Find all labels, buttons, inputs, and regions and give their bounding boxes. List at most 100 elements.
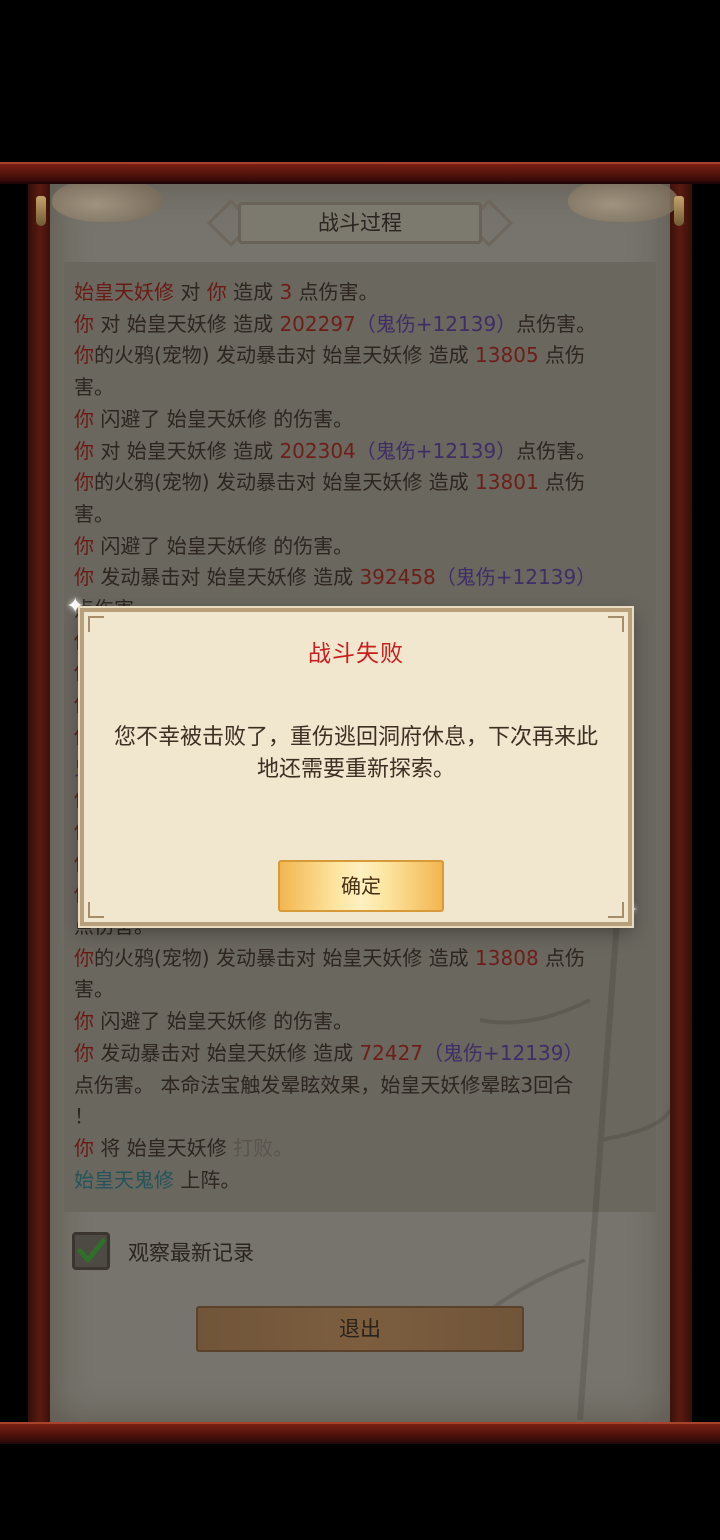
log-segment: （鬼伤+12139） bbox=[423, 1040, 584, 1065]
dialog-title: 战斗失败 bbox=[308, 641, 404, 667]
log-line: 你 发动暴击对 始皇天妖修 造成 72427（鬼伤+12139） bbox=[74, 1037, 650, 1069]
log-segment: （鬼伤+12139） bbox=[435, 565, 597, 590]
log-segment: 造成 bbox=[226, 311, 280, 336]
log-segment: 造成 bbox=[306, 565, 360, 590]
log-segment: 始皇天妖修 bbox=[206, 565, 307, 590]
bell-ornament-right bbox=[674, 196, 684, 226]
title-plaque: 战斗过程 bbox=[206, 198, 514, 248]
log-line: 害。 bbox=[74, 498, 650, 530]
log-segment: 害。 bbox=[74, 501, 114, 526]
log-line: 你 闪避了 始皇天妖修 的伤害。 bbox=[74, 1005, 650, 1037]
log-segment: 发动暴击对 bbox=[94, 565, 207, 590]
log-segment: 始皇天妖修 bbox=[74, 280, 174, 304]
log-segment: 的火鸦(宠物) 发动暴击对 bbox=[94, 343, 323, 368]
log-segment: 点伤 bbox=[538, 470, 586, 495]
log-line: 害。 bbox=[74, 371, 650, 403]
log-segment: 将 bbox=[94, 1135, 127, 1160]
log-segment: 你 bbox=[74, 470, 94, 495]
scroll-pole-right bbox=[668, 180, 692, 1426]
log-segment: 始皇天妖修 bbox=[166, 533, 267, 558]
log-segment: 始皇天妖修 bbox=[322, 470, 423, 495]
log-line: 你 发动暴击对 始皇天妖修 造成 392458（鬼伤+12139） bbox=[74, 561, 650, 593]
dialog-message: 您不幸被击败了，重伤逃回洞府休息，下次再来此地还需要重新探索。 bbox=[114, 725, 599, 782]
game-screen: 战斗过程 始皇天妖修 对 你 造成 3 点伤害。你 对 始皇天妖修 造成 202… bbox=[0, 0, 720, 1540]
log-segment: 始皇天妖修 bbox=[126, 311, 227, 336]
log-segment: 始皇天妖修 bbox=[322, 945, 423, 970]
log-segment: 点伤害。 bbox=[516, 311, 597, 336]
log-segment: 点伤害。 本命法宝触发晕眩效果，始皇天妖修晕眩3回合 bbox=[74, 1072, 574, 1097]
log-segment: 造成 bbox=[422, 343, 476, 368]
dialog-corner bbox=[608, 902, 624, 918]
log-segment: 造成 bbox=[422, 470, 476, 495]
exit-button[interactable]: 退出 bbox=[196, 1306, 524, 1352]
dialog-corner bbox=[88, 616, 104, 632]
scroll-pole-left bbox=[28, 180, 52, 1426]
cloud-ornament-left bbox=[52, 178, 162, 222]
log-segment: 打败。 bbox=[226, 1135, 294, 1160]
checkmark-icon bbox=[77, 1238, 106, 1263]
log-segment: （鬼伤+12139） bbox=[355, 311, 517, 336]
log-segment: 始皇天妖修 bbox=[166, 406, 267, 431]
bell-ornament-left bbox=[36, 196, 46, 226]
log-segment: 对 bbox=[94, 438, 127, 463]
log-segment: 202304 bbox=[279, 438, 356, 463]
watch-latest-label: 观察最新记录 bbox=[128, 1241, 254, 1265]
log-line: 始皇天妖修 对 你 造成 3 点伤害。 bbox=[74, 276, 650, 308]
log-segment: 的火鸦(宠物) 发动暴击对 bbox=[94, 470, 323, 495]
log-segment: 点伤 bbox=[538, 945, 586, 970]
log-line: 你 对 始皇天妖修 造成 202304（鬼伤+12139）点伤害。 bbox=[74, 435, 650, 467]
log-segment: 3 bbox=[279, 280, 293, 304]
log-segment: 的伤害。 bbox=[266, 1009, 354, 1034]
log-line: 你 闪避了 始皇天妖修 的伤害。 bbox=[74, 403, 650, 435]
log-line: 你 将 始皇天妖修 打败。 bbox=[74, 1132, 650, 1164]
log-segment: 72427 bbox=[359, 1040, 424, 1065]
log-line: 你的火鸦(宠物) 发动暴击对 始皇天妖修 造成 13805 点伤 bbox=[74, 339, 650, 371]
log-segment: 的伤害。 bbox=[266, 533, 354, 558]
log-line: 始皇天鬼修 上阵。 bbox=[74, 1164, 650, 1196]
log-line: 你的火鸦(宠物) 发动暴击对 始皇天妖修 造成 13808 点伤 bbox=[74, 942, 650, 974]
log-segment: 的火鸦(宠物) 发动暴击对 bbox=[94, 945, 323, 970]
log-segment: 13808 bbox=[475, 945, 539, 970]
scroll-rod-top bbox=[0, 162, 720, 184]
log-segment: 你 bbox=[74, 406, 94, 431]
log-segment: ！ bbox=[74, 1104, 94, 1129]
log-segment: 始皇天妖修 bbox=[126, 1135, 227, 1160]
log-line: 你 闪避了 始皇天妖修 的伤害。 bbox=[74, 530, 650, 562]
log-segment: 点伤 bbox=[538, 343, 586, 368]
log-segment: 闪避了 bbox=[94, 1009, 167, 1034]
cloud-ornament-right bbox=[568, 178, 678, 222]
log-segment: 造成 bbox=[306, 1040, 360, 1065]
log-segment: 你 bbox=[74, 438, 94, 463]
log-line: 你的火鸦(宠物) 发动暴击对 始皇天妖修 造成 13801 点伤 bbox=[74, 466, 650, 498]
log-segment: 你 bbox=[74, 1135, 94, 1160]
scroll-rod-bottom bbox=[0, 1422, 720, 1444]
log-segment: 始皇天鬼修 bbox=[74, 1167, 174, 1192]
log-segment: 始皇天妖修 bbox=[166, 1009, 267, 1034]
log-segment: 13805 bbox=[475, 343, 539, 368]
log-segment: 害。 bbox=[74, 375, 114, 400]
defeat-dialog: 战斗失败 您不幸被击败了，重伤逃回洞府休息，下次再来此地还需要重新探索。 确定 bbox=[80, 608, 632, 926]
log-segment: 对 bbox=[174, 280, 207, 304]
watch-latest-checkbox[interactable] bbox=[72, 1232, 110, 1270]
log-segment: 害。 bbox=[74, 977, 114, 1002]
log-segment: 发动暴击对 bbox=[94, 1040, 207, 1065]
dialog-corner bbox=[608, 616, 624, 632]
dialog-corner bbox=[88, 902, 104, 918]
log-segment: 对 bbox=[94, 311, 127, 336]
log-segment: 始皇天妖修 bbox=[206, 1040, 307, 1065]
log-segment: 点伤害。 bbox=[292, 280, 379, 304]
log-segment: 始皇天妖修 bbox=[126, 438, 227, 463]
log-segment: 闪避了 bbox=[94, 533, 167, 558]
log-segment: 造成 bbox=[422, 945, 476, 970]
log-segment: 392458 bbox=[359, 565, 436, 590]
log-segment: 上阵。 bbox=[174, 1167, 241, 1192]
log-line: 点伤害。 本命法宝触发晕眩效果，始皇天妖修晕眩3回合 bbox=[74, 1069, 650, 1101]
confirm-button[interactable]: 确定 bbox=[278, 860, 444, 912]
log-segment: 你 bbox=[206, 280, 227, 304]
log-segment: 13801 bbox=[475, 470, 539, 495]
log-segment: 你 bbox=[74, 565, 94, 590]
log-segment: 你 bbox=[74, 343, 94, 368]
log-segment: 你 bbox=[74, 1040, 94, 1065]
log-segment: 202297 bbox=[279, 311, 356, 336]
log-segment: 你 bbox=[74, 1009, 94, 1034]
